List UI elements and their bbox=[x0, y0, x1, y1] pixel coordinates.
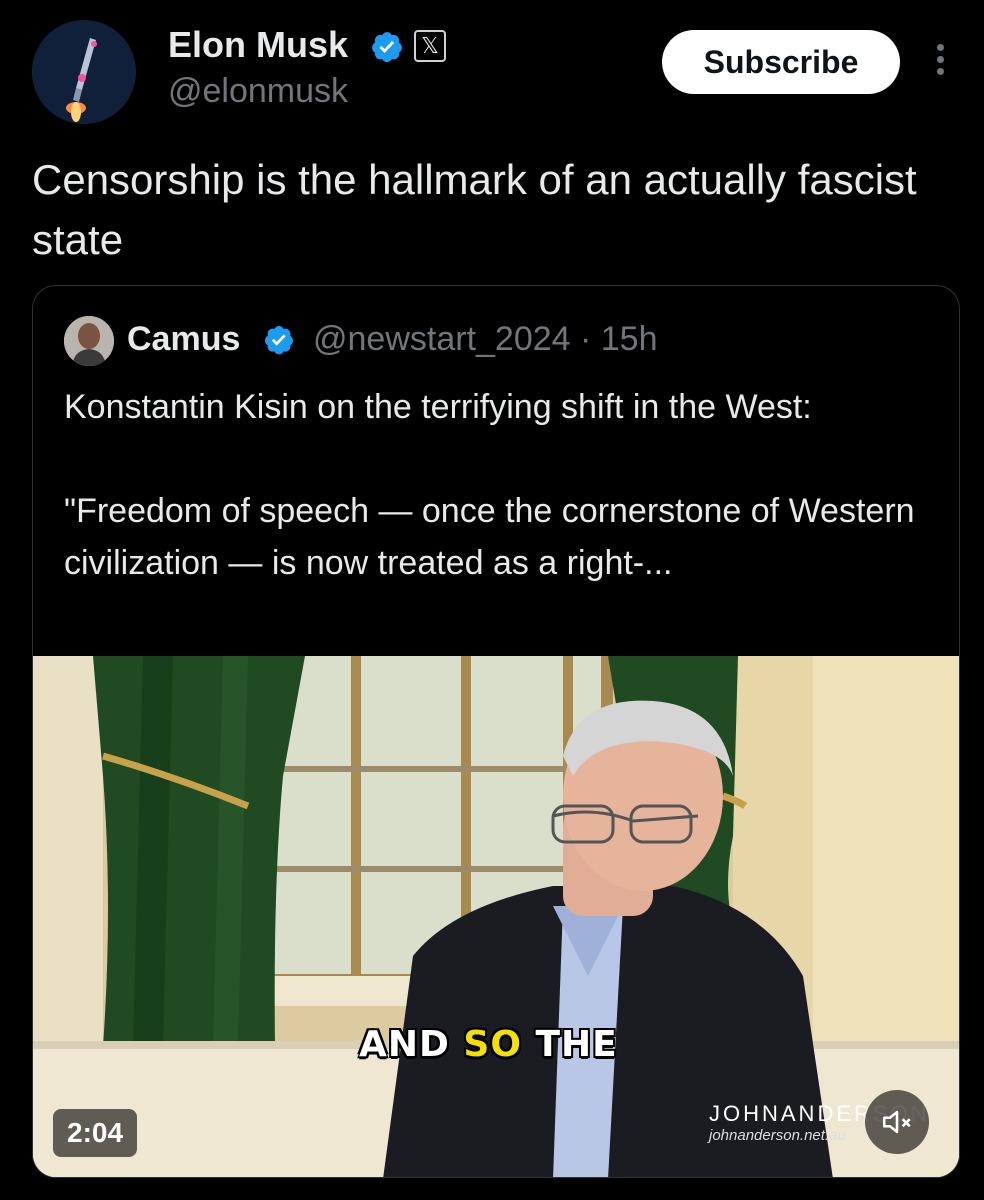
video-player[interactable]: AND SO THE 2:04 JOHNANDERSON johnanderso… bbox=[33, 656, 959, 1177]
x-logo-icon: 𝕏 bbox=[414, 30, 446, 62]
author-name[interactable]: Elon Musk bbox=[168, 24, 348, 66]
quoted-author-name[interactable]: Camus bbox=[127, 320, 240, 359]
author-handle[interactable]: @elonmusk bbox=[168, 72, 348, 111]
video-duration: 2:04 bbox=[53, 1109, 138, 1157]
video-caption: AND SO THE bbox=[359, 1024, 618, 1065]
quoted-text: Konstantin Kisin on the terrifying shift… bbox=[64, 388, 915, 582]
quoted-post[interactable]: Camus @newstart_2024 · 15h Konstantin Ki… bbox=[32, 285, 960, 1178]
more-vertical-icon[interactable] bbox=[930, 44, 950, 80]
author-avatar[interactable] bbox=[32, 20, 136, 124]
verified-badge-icon bbox=[265, 326, 293, 355]
quoted-handle-time[interactable]: @newstart_2024 · 15h bbox=[313, 320, 658, 359]
volume-muted-icon[interactable] bbox=[865, 1090, 929, 1154]
post-text: Censorship is the hallmark of an actuall… bbox=[32, 156, 917, 263]
quoted-avatar-image bbox=[64, 316, 114, 366]
subscribe-button[interactable]: Subscribe bbox=[662, 30, 900, 94]
quoted-author-avatar[interactable] bbox=[64, 316, 114, 366]
verified-badge-icon bbox=[372, 32, 402, 63]
video-frame bbox=[33, 656, 959, 1177]
avatar-image bbox=[32, 20, 136, 124]
